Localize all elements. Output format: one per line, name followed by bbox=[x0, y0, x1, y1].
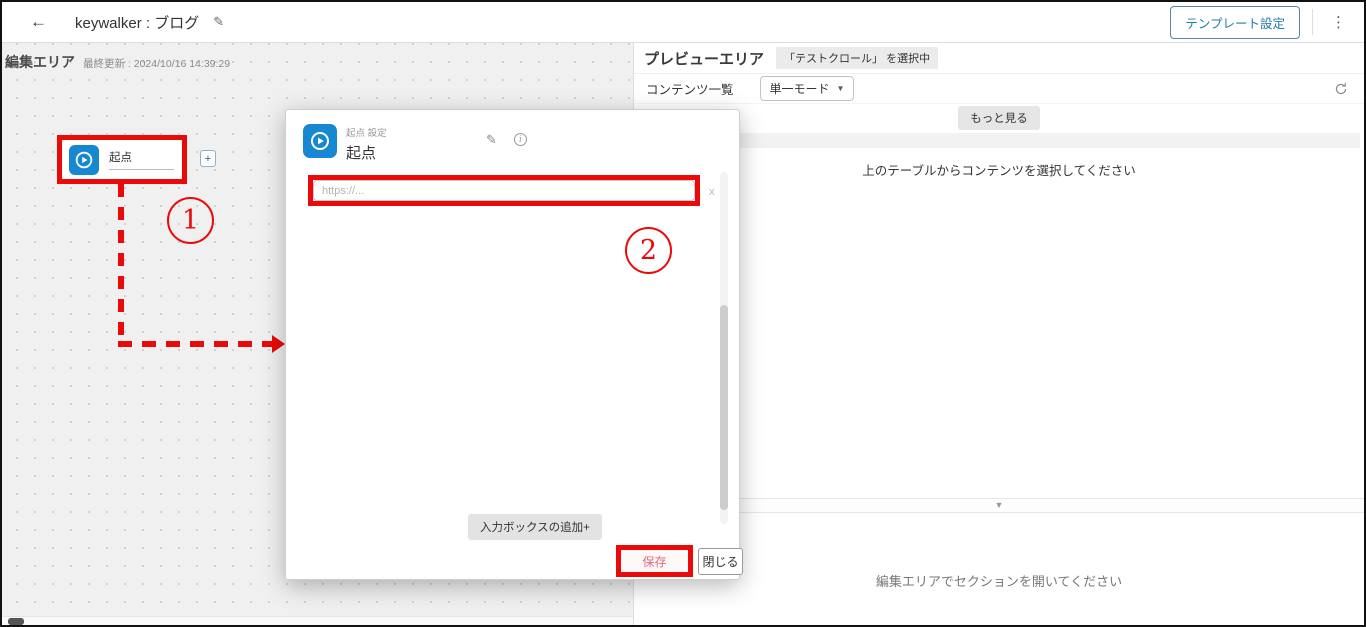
annotation-box-1: 起点 bbox=[57, 135, 187, 184]
play-circle-icon bbox=[303, 124, 337, 158]
refresh-icon[interactable] bbox=[1332, 80, 1350, 98]
add-input-box-button[interactable]: 入力ボックスの追加+ bbox=[468, 514, 602, 540]
annotation-box-save: 保存 bbox=[616, 545, 693, 577]
mode-dropdown-value: 単一モード bbox=[769, 82, 830, 96]
top-bar: ← keywalker : ブログ ✎ テンプレート設定 ⋮ bbox=[2, 2, 1364, 43]
annotation-circle-1: 1 bbox=[167, 197, 214, 244]
node-label-wrap: 起点 bbox=[109, 149, 174, 170]
page-title: keywalker : ブログ bbox=[75, 14, 200, 32]
mode-dropdown[interactable]: 単一モード ▼ bbox=[759, 76, 855, 101]
content-table-header bbox=[638, 133, 1360, 148]
node-label[interactable]: 起点 bbox=[109, 149, 174, 170]
preview-area-title: プレビューエリア bbox=[644, 50, 765, 68]
close-button[interactable]: 閉じる bbox=[698, 548, 743, 575]
info-icon[interactable]: i bbox=[514, 133, 527, 146]
modal-scrollbar-thumb[interactable] bbox=[720, 305, 728, 510]
back-arrow-icon[interactable]: ← bbox=[30, 12, 47, 32]
title-edit-pencil-icon[interactable]: ✎ bbox=[213, 14, 224, 30]
preview-area-panel: プレビューエリア 「テストクロール」 を選択中 コンテンツ一覧 単一モード ▼ … bbox=[633, 43, 1364, 625]
content-list-label: コンテンツ一覧 bbox=[646, 83, 734, 97]
more-button[interactable]: もっと見る bbox=[958, 105, 1040, 130]
annotation-arrow-horizontal bbox=[118, 341, 276, 347]
remove-input-button[interactable]: x bbox=[705, 184, 719, 200]
preview-header-row: プレビューエリア 「テストクロール」 を選択中 bbox=[634, 43, 1364, 74]
save-button[interactable]: 保存 bbox=[642, 553, 666, 570]
edit-pencil-icon[interactable]: ✎ bbox=[486, 132, 497, 148]
top-bar-divider bbox=[1312, 9, 1313, 35]
modal-header: 起点 設定 起点 bbox=[303, 124, 387, 163]
selection-badge: 「テストクロール」 を選択中 bbox=[776, 47, 939, 69]
annotation-circle-2: 2 bbox=[625, 227, 672, 274]
triangle-down-icon: ▼ bbox=[994, 500, 1004, 510]
add-node-button[interactable]: + bbox=[200, 150, 216, 167]
url-input[interactable] bbox=[313, 180, 695, 201]
app-window: ← keywalker : ブログ ✎ テンプレート設定 ⋮ 編集エリア 最終更… bbox=[0, 0, 1366, 627]
kebab-menu-icon[interactable]: ⋮ bbox=[1325, 11, 1352, 34]
start-node[interactable]: 起点 bbox=[62, 140, 182, 179]
annotation-box-2 bbox=[308, 175, 700, 206]
modal-title: 起点 bbox=[346, 145, 377, 162]
edit-area-header: 編集エリア 最終更新 : 2024/10/16 14:39:29 bbox=[5, 52, 230, 72]
edit-area-title: 編集エリア bbox=[5, 54, 75, 70]
section-collapse-toggle[interactable]: ▼ bbox=[634, 498, 1364, 513]
top-bar-actions: テンプレート設定 ⋮ bbox=[1170, 5, 1352, 39]
modal-subtitle: 起点 設定 bbox=[346, 128, 387, 139]
chevron-down-icon: ▼ bbox=[836, 84, 845, 93]
play-circle-icon bbox=[69, 144, 99, 175]
modal-titles: 起点 設定 起点 bbox=[346, 124, 387, 163]
content-list-toolbar: コンテンツ一覧 単一モード ▼ bbox=[634, 74, 1364, 104]
canvas-scrollbar-thumb[interactable] bbox=[8, 618, 24, 625]
canvas-horizontal-scrollbar[interactable] bbox=[2, 616, 633, 625]
empty-section-message: 編集エリアでセクションを開いてください bbox=[875, 574, 1123, 589]
more-row: もっと見る bbox=[634, 104, 1364, 131]
last-updated-label: 最終更新 : 2024/10/16 14:39:29 bbox=[83, 58, 231, 70]
template-settings-button[interactable]: テンプレート設定 bbox=[1170, 5, 1300, 39]
empty-table-message: 上のテーブルからコンテンツを選択してください bbox=[862, 164, 1136, 178]
annotation-arrow-vertical bbox=[118, 184, 124, 344]
annotation-arrow-head bbox=[272, 335, 285, 353]
start-node-settings-modal: 起点 設定 起点 ✎ i x 2 入力ボックスの追加+ 保存 閉じる bbox=[285, 109, 743, 580]
